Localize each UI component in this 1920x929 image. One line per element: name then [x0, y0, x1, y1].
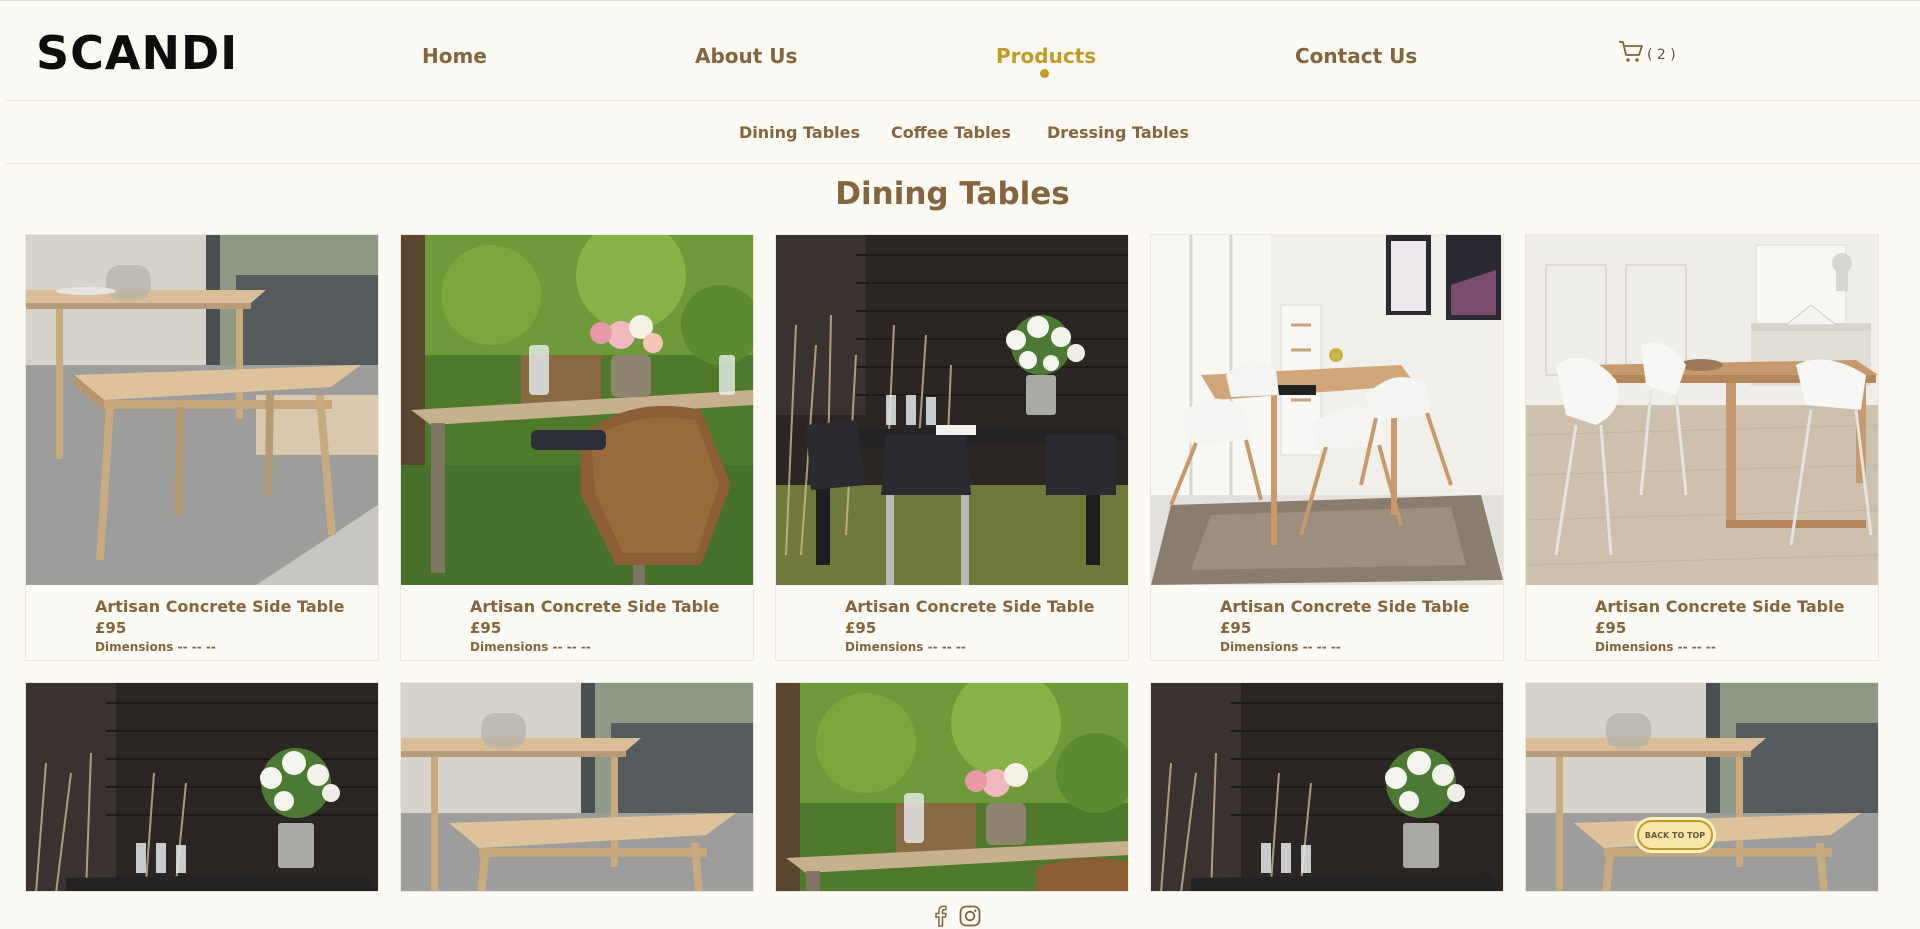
shopping-cart-icon	[1618, 40, 1644, 64]
main-navbar: SCANDI Home About Us Products Contact Us…	[6, 1, 1920, 101]
product-card[interactable]: Artisan Concrete Side Table £95 Dimensio…	[1525, 234, 1879, 661]
product-price: £95	[1595, 619, 1627, 637]
product-name[interactable]: Artisan Concrete Side Table	[1220, 597, 1469, 617]
product-card[interactable]	[400, 682, 754, 892]
subnav-dining-tables[interactable]: Dining Tables	[739, 122, 860, 144]
cart-count: ( 2 )	[1647, 47, 1676, 63]
nav-home[interactable]: Home	[422, 43, 487, 69]
product-card[interactable]: Artisan Concrete Side Table £95 Dimensio…	[25, 234, 379, 661]
product-dimensions: Dimensions -- -- --	[1220, 640, 1341, 654]
product-image-garden-table[interactable]	[401, 235, 753, 585]
facebook-icon[interactable]	[933, 905, 947, 929]
product-dimensions: Dimensions -- -- --	[470, 640, 591, 654]
product-dimensions: Dimensions -- -- --	[95, 640, 216, 654]
product-card[interactable]	[1525, 682, 1879, 892]
category-subnav: Dining Tables Coffee Tables Dressing Tab…	[6, 102, 1920, 164]
product-card[interactable]: Artisan Concrete Side Table £95 Dimensio…	[400, 234, 754, 661]
product-card[interactable]	[775, 682, 1129, 892]
product-price: £95	[1220, 619, 1252, 637]
nav-contact-us[interactable]: Contact Us	[1295, 43, 1417, 69]
product-name[interactable]: Artisan Concrete Side Table	[95, 597, 344, 617]
product-price: £95	[95, 619, 127, 637]
product-price: £95	[470, 619, 502, 637]
cart-button[interactable]: ( 2 )	[1618, 39, 1676, 65]
product-image-white-chairs-rug[interactable]	[1151, 235, 1503, 585]
product-info: Artisan Concrete Side Table £95 Dimensio…	[1220, 597, 1469, 655]
product-image-bench-table[interactable]	[26, 235, 378, 585]
subnav-dressing-tables[interactable]: Dressing Tables	[1047, 122, 1189, 144]
nav-about-us[interactable]: About Us	[695, 43, 797, 69]
product-image-black-rattan-table[interactable]	[776, 235, 1128, 585]
product-image-bench-table[interactable]	[401, 683, 753, 891]
brand-logo[interactable]: SCANDI	[36, 27, 238, 79]
product-name[interactable]: Artisan Concrete Side Table	[470, 597, 719, 617]
product-info: Artisan Concrete Side Table £95 Dimensio…	[95, 597, 344, 655]
product-info: Artisan Concrete Side Table £95 Dimensio…	[470, 597, 719, 655]
instagram-icon[interactable]	[959, 905, 981, 929]
product-image-black-rattan-table[interactable]	[26, 683, 378, 891]
product-image-black-rattan-table[interactable]	[1151, 683, 1503, 891]
product-dimensions: Dimensions -- -- --	[1595, 640, 1716, 654]
product-card[interactable]: Artisan Concrete Side Table £95 Dimensio…	[775, 234, 1129, 661]
subnav-coffee-tables[interactable]: Coffee Tables	[891, 122, 1011, 144]
product-image-garden-table[interactable]	[776, 683, 1128, 891]
product-card[interactable]	[25, 682, 379, 892]
product-price: £95	[845, 619, 877, 637]
page-title: Dining Tables	[835, 176, 1070, 212]
product-card[interactable]: Artisan Concrete Side Table £95 Dimensio…	[1150, 234, 1504, 661]
product-info: Artisan Concrete Side Table £95 Dimensio…	[845, 597, 1094, 655]
active-nav-indicator	[1040, 69, 1049, 78]
nav-products[interactable]: Products	[996, 43, 1096, 69]
product-image-white-chairs-room[interactable]	[1526, 235, 1878, 585]
product-name[interactable]: Artisan Concrete Side Table	[845, 597, 1094, 617]
product-card[interactable]	[1150, 682, 1504, 892]
product-image-bench-table[interactable]	[1526, 683, 1878, 891]
product-dimensions: Dimensions -- -- --	[845, 640, 966, 654]
product-name[interactable]: Artisan Concrete Side Table	[1595, 597, 1844, 617]
back-to-top-button[interactable]: BACK TO TOP	[1637, 820, 1713, 850]
product-info: Artisan Concrete Side Table £95 Dimensio…	[1595, 597, 1844, 655]
